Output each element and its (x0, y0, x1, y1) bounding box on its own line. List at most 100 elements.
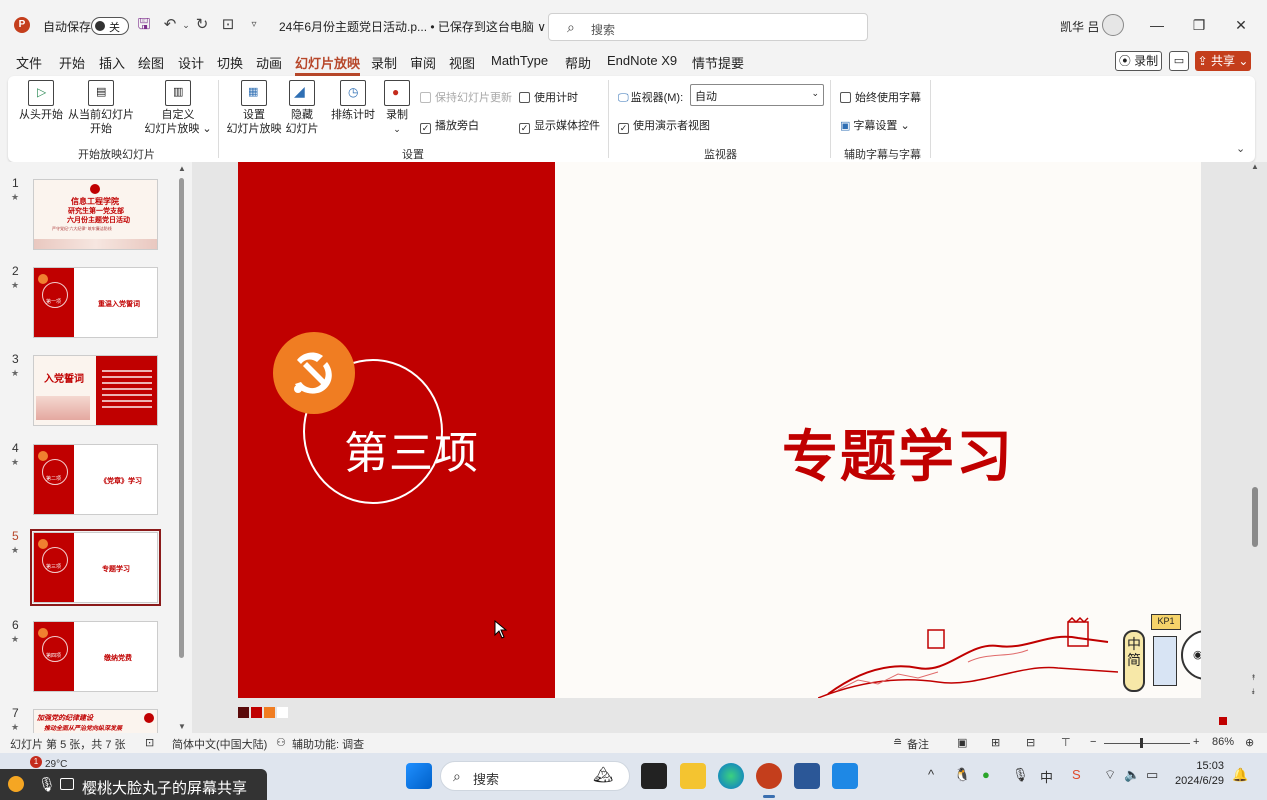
battery-icon[interactable]: ▭ (1146, 767, 1158, 783)
edge-browser-icon[interactable] (718, 763, 744, 789)
from-current-button[interactable]: ▤ 从当前幻灯片 开始 (68, 80, 134, 136)
windows-start-icon[interactable] (406, 763, 432, 789)
slide-thumbnail-3[interactable]: 入党誓词 (33, 355, 158, 426)
screen-share-banner[interactable]: 🎙 樱桃大脸丸子的屏幕共享 (0, 769, 267, 800)
task-view-icon[interactable] (641, 763, 667, 789)
restore-icon[interactable]: ❐ (1187, 13, 1211, 37)
show-hidden-icons-icon[interactable]: ^ (928, 767, 934, 782)
volume-icon[interactable]: 🔈 (1124, 767, 1140, 783)
tab-help[interactable]: 帮助 (565, 53, 591, 72)
accessibility-status[interactable]: 辅助功能: 调查 (292, 736, 364, 752)
tab-record[interactable]: 录制 (371, 53, 397, 72)
tab-insert[interactable]: 插入 (99, 53, 125, 72)
tab-slide-show[interactable]: 幻灯片放映 (295, 53, 361, 76)
next-slide-icon[interactable]: ⯯ (1251, 688, 1256, 696)
record-slideshow-button[interactable]: ● 录制 ⌄ (382, 80, 412, 136)
sogou-icon[interactable]: S (1072, 767, 1081, 782)
file-explorer-icon[interactable] (680, 763, 706, 789)
search-box[interactable]: ⌕ 搜索 (548, 13, 868, 41)
slide-sorter-icon[interactable]: ⊞ (991, 736, 1000, 749)
notifications-icon[interactable]: 🔔 (1232, 767, 1248, 783)
wifi-icon[interactable]: ⌔ (1104, 767, 1116, 783)
minimize-icon[interactable]: — (1145, 13, 1169, 37)
slide-thumbnail-4[interactable]: 第二项 《党章》学习 (33, 444, 158, 515)
zoom-out-icon[interactable]: − (1090, 736, 1096, 748)
word-taskbar-icon[interactable] (794, 763, 820, 789)
reading-view-icon[interactable]: ⊟ (1026, 736, 1035, 749)
scroll-up-icon[interactable]: ▲ (1251, 162, 1259, 171)
editor-scrollbar[interactable]: ▲ ⯭ ⯯ (1250, 162, 1262, 722)
microphone-tray-icon[interactable]: 🎙 (1012, 767, 1029, 783)
scroll-down-icon[interactable]: ▼ (178, 722, 186, 731)
always-subtitles-checkbox[interactable]: 始终使用字幕 (840, 89, 921, 105)
redo-icon[interactable]: ↻ (192, 15, 212, 35)
share-button[interactable]: ⇪ 共享 ⌄ (1195, 51, 1251, 71)
tab-mathtype[interactable]: MathType (491, 53, 548, 68)
normal-view-icon[interactable]: ▣ (957, 736, 967, 749)
close-icon[interactable]: ✕ (1229, 13, 1253, 37)
rehearse-timings-button[interactable]: ◷ 排练计时 (330, 80, 376, 122)
fit-to-window-icon[interactable]: ⊕ (1245, 736, 1254, 749)
use-timings-checkbox[interactable]: 使用计时 (519, 89, 578, 105)
save-icon[interactable]: 🖫 (134, 15, 154, 35)
language-indicator[interactable]: 简体中文(中国大陆) (172, 736, 267, 752)
presenter-view-checkbox[interactable]: ✓ 使用演示者视图 (618, 117, 710, 134)
qq-icon[interactable]: 🐧 (954, 767, 970, 783)
keep-updated-checkbox[interactable]: 保持幻灯片更新 (420, 89, 512, 105)
avatar[interactable] (1102, 14, 1124, 36)
record-button[interactable]: ⦿ 录制 (1115, 51, 1162, 71)
slide-thumbnail-2[interactable]: 第一项 重温入党誓词 (33, 267, 158, 338)
thumbnails-scrollbar[interactable]: ▲ ▼ (178, 164, 186, 731)
tab-file[interactable]: 文件 (16, 53, 42, 72)
zoom-in-icon[interactable]: + (1193, 736, 1199, 748)
scrollbar-thumb[interactable] (1252, 487, 1258, 547)
tab-endnote[interactable]: EndNote X9 (607, 53, 677, 68)
slide-thumbnail-6[interactable]: 第四项 缴纳党费 (33, 621, 158, 692)
slide-thumbnail-1[interactable]: 信息工程学院 研究生第一党支部 六月份主题党日活动 严守党纪“六大纪律” 筑牢廉… (33, 179, 158, 250)
tab-storyboard[interactable]: 情节提要 (692, 53, 744, 72)
tab-design[interactable]: 设计 (178, 53, 204, 72)
scrollbar-thumb[interactable] (179, 178, 184, 658)
wechat-icon[interactable]: ● (982, 767, 990, 782)
customize-qat-icon[interactable]: ▿ (244, 15, 264, 35)
current-slide[interactable]: 第三项 专题学习 中简 KP1 ◉◉ (238, 162, 1201, 698)
from-beginning-button[interactable]: ▷ 从头开始 (18, 80, 64, 122)
subtitle-settings-button[interactable]: ▣ 字幕设置 ⌄ (840, 117, 910, 133)
ribbon-tabs: 文件 开始 插入 绘图 设计 切换 动画 幻灯片放映 录制 审阅 视图 Math… (0, 50, 1267, 76)
app-taskbar-icon[interactable] (832, 763, 858, 789)
comments-button[interactable]: ▭ (1169, 51, 1189, 71)
captions-group-label: 辅助字幕与字幕 (844, 149, 921, 161)
zoom-slider-knob[interactable] (1140, 738, 1143, 748)
spell-check-icon[interactable]: ⊡ (145, 736, 154, 749)
powerpoint-taskbar-icon[interactable] (756, 763, 782, 789)
tab-review[interactable]: 审阅 (410, 53, 436, 72)
zoom-slider[interactable] (1104, 743, 1190, 744)
autosave-toggle[interactable]: 关 (91, 17, 129, 35)
tab-home[interactable]: 开始 (59, 53, 85, 72)
tab-draw[interactable]: 绘图 (138, 53, 164, 72)
taskbar-search[interactable]: ⌕ 搜索 🏔 (440, 761, 630, 791)
zoom-level[interactable]: 86% (1212, 736, 1234, 748)
document-title[interactable]: 24年6月份主题党日活动.p... • 已保存到这台电脑 ∨ (279, 18, 546, 35)
system-clock[interactable]: 15:03 2024/6/29 (1175, 759, 1224, 789)
monitor-select[interactable]: 自动 ⌄ (690, 84, 824, 106)
slide-thumbnail-5[interactable]: 第三项 专题学习 (30, 529, 161, 606)
input-method-icon[interactable]: 中 (1040, 767, 1053, 786)
tab-view[interactable]: 视图 (449, 53, 475, 72)
slideshow-view-icon[interactable]: ⊤ (1061, 736, 1071, 749)
hide-slide-button[interactable]: ◢ 隐藏 幻灯片 (284, 80, 320, 136)
user-name[interactable]: 凯华 吕 (1060, 18, 1099, 35)
prev-slide-icon[interactable]: ⯭ (1251, 674, 1256, 682)
collapse-ribbon-icon[interactable]: ⌄ (1236, 142, 1245, 155)
custom-show-button[interactable]: ▥ 自定义 幻灯片放映 ⌄ (144, 80, 212, 136)
tab-transitions[interactable]: 切换 (217, 53, 243, 72)
play-narrations-checkbox[interactable]: ✓ 播放旁白 (420, 117, 479, 134)
present-from-start-icon[interactable]: ⊡ (218, 15, 238, 35)
tab-animations[interactable]: 动画 (256, 53, 282, 72)
media-controls-checkbox[interactable]: ✓ 显示媒体控件 (519, 117, 600, 134)
notes-button[interactable]: 备注 (907, 736, 929, 752)
slide-title[interactable]: 专题学习 (782, 412, 1014, 493)
section-item-label[interactable]: 第三项 (344, 417, 479, 481)
setup-slideshow-button[interactable]: ▦ 设置 幻灯片放映 (226, 80, 282, 136)
scroll-up-icon[interactable]: ▲ (178, 164, 186, 173)
